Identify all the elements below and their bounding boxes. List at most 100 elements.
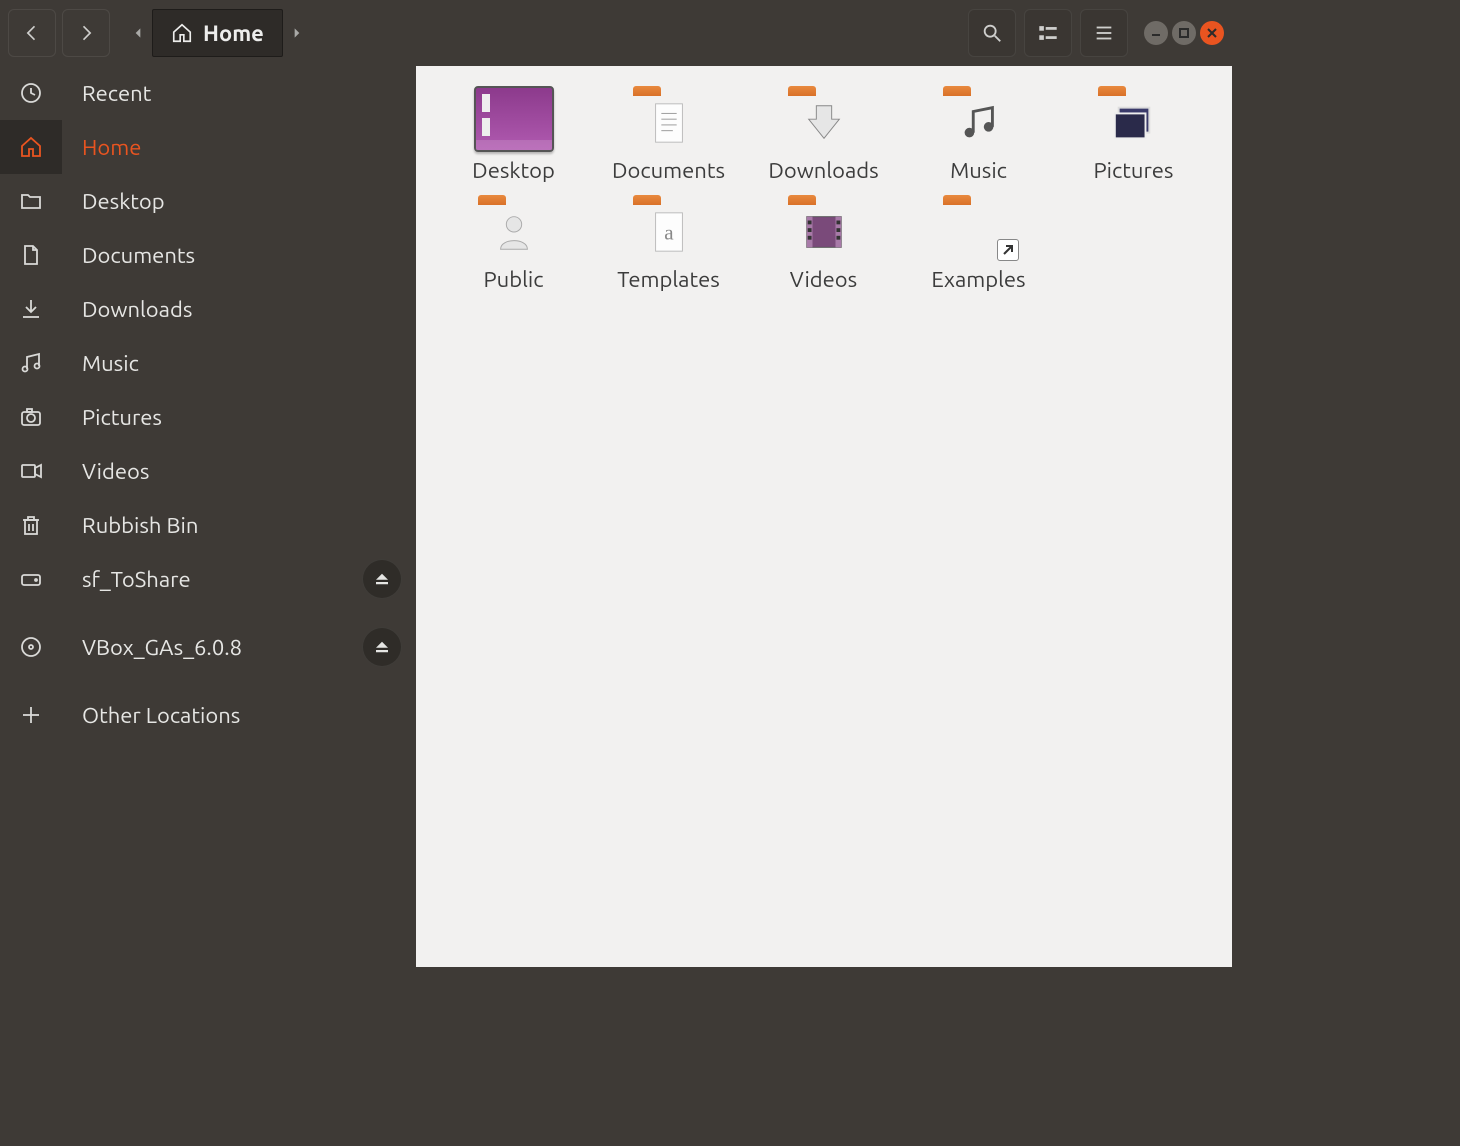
chevron-left-icon [22, 23, 42, 43]
sidebar-item-label: Recent [62, 81, 151, 106]
download-icon [0, 282, 62, 336]
folder-public[interactable]: Public [436, 195, 591, 292]
chevron-right-icon [76, 23, 96, 43]
sidebar-item-label: Music [62, 351, 139, 376]
path-segment-home[interactable]: Home [152, 9, 283, 57]
music-overlay-icon [953, 100, 1005, 146]
download-overlay-icon [798, 100, 850, 146]
sidebar-item-label: Home [62, 135, 141, 160]
folder-pictures[interactable]: Pictures [1056, 86, 1211, 183]
folder-icon [784, 195, 864, 261]
home-icon [171, 22, 193, 44]
sidebar-item-home[interactable]: Home [0, 120, 416, 174]
menu-button[interactable] [1080, 9, 1128, 57]
maximize-button[interactable] [1172, 21, 1196, 45]
folder-examples[interactable]: Examples [901, 195, 1056, 292]
sidebar-item-label: Other Locations [62, 703, 240, 728]
back-button[interactable] [8, 9, 56, 57]
folder-icon [629, 86, 709, 152]
drive-icon [0, 552, 62, 606]
folder-icon [0, 174, 62, 228]
folder-label: Music [950, 158, 1007, 183]
sidebar-item-desktop[interactable]: Desktop [0, 174, 416, 228]
path-segment-label: Home [203, 21, 264, 46]
folder-icon [939, 86, 1019, 152]
disc-icon [0, 620, 62, 674]
sidebar-item-sf-toshare[interactable]: sf_ToShare [0, 552, 416, 606]
sidebar-item-label: Pictures [62, 405, 162, 430]
folder-documents[interactable]: Documents [591, 86, 746, 183]
window-controls [1144, 21, 1224, 45]
sidebar: Recent Home Desktop Documents Downloads … [0, 66, 416, 967]
plus-icon [0, 688, 62, 742]
sidebar-item-label: Documents [62, 243, 195, 268]
sidebar-item-label: Downloads [62, 297, 192, 322]
folder-icon [474, 195, 554, 261]
content-area: Desktop Documents Downloads Music Pictur… [416, 66, 1232, 967]
eject-button-vbox-gas-6-0-8[interactable] [362, 627, 402, 667]
sidebar-item-pictures[interactable]: Pictures [0, 390, 416, 444]
minimize-icon [1150, 27, 1162, 39]
path-next-button[interactable] [283, 9, 311, 57]
toolbar-right [968, 9, 1224, 57]
shortcut-arrow-icon [997, 239, 1019, 261]
hamburger-icon [1093, 22, 1115, 44]
sidebar-item-documents[interactable]: Documents [0, 228, 416, 282]
person-overlay-icon [488, 209, 540, 255]
music-icon [0, 336, 62, 390]
path-prev-button[interactable] [124, 9, 152, 57]
forward-button[interactable] [62, 9, 110, 57]
close-button[interactable] [1200, 21, 1224, 45]
video-overlay-icon [798, 209, 850, 255]
document-overlay-icon [643, 100, 695, 146]
minimize-button[interactable] [1144, 21, 1168, 45]
folder-label: Examples [931, 267, 1025, 292]
sidebar-item-label: Videos [62, 459, 149, 484]
sidebar-item-music[interactable]: Music [0, 336, 416, 390]
document-icon [0, 228, 62, 282]
list-view-icon [1037, 22, 1059, 44]
search-icon [981, 22, 1003, 44]
eject-button-sf-toshare[interactable] [362, 559, 402, 599]
search-button[interactable] [968, 9, 1016, 57]
nav-group [8, 9, 110, 57]
folder-templates[interactable]: a Templates [591, 195, 746, 292]
folder-music[interactable]: Music [901, 86, 1056, 183]
sidebar-item-label: Desktop [62, 189, 165, 214]
folder-videos[interactable]: Videos [746, 195, 901, 292]
triangle-left-icon [131, 26, 145, 40]
triangle-right-icon [290, 26, 304, 40]
picture-overlay-icon [1108, 100, 1160, 146]
folder-icon [1094, 86, 1174, 152]
sidebar-item-other-locations[interactable]: Other Locations [0, 688, 416, 742]
folder-label: Public [484, 267, 544, 292]
desktop-icon [474, 86, 554, 152]
sidebar-item-rubbish-bin[interactable]: Rubbish Bin [0, 498, 416, 552]
folder-icon [939, 195, 1019, 261]
sidebar-item-label: VBox_GAs_6.0.8 [62, 635, 242, 660]
view-mode-button[interactable] [1024, 9, 1072, 57]
toolbar: Home [0, 0, 1232, 66]
template-overlay-icon: a [643, 209, 695, 255]
folder-label: Documents [612, 158, 725, 183]
sidebar-item-vbox-gas-6-0-8[interactable]: VBox_GAs_6.0.8 [0, 620, 416, 674]
folder-label: Pictures [1094, 158, 1174, 183]
folder-desktop[interactable]: Desktop [436, 86, 591, 183]
folder-label: Desktop [472, 158, 555, 183]
sidebar-item-videos[interactable]: Videos [0, 444, 416, 498]
clock-icon [0, 66, 62, 120]
trash-icon [0, 498, 62, 552]
folder-grid: Desktop Documents Downloads Music Pictur… [436, 86, 1212, 292]
path-bar: Home [124, 9, 311, 57]
sidebar-item-downloads[interactable]: Downloads [0, 282, 416, 336]
folder-label: Templates [617, 267, 720, 292]
folder-label: Downloads [768, 158, 878, 183]
maximize-icon [1178, 27, 1190, 39]
svg-text:a: a [664, 221, 674, 245]
sidebar-item-recent[interactable]: Recent [0, 66, 416, 120]
folder-downloads[interactable]: Downloads [746, 86, 901, 183]
camera-icon [0, 390, 62, 444]
folder-label: Videos [790, 267, 857, 292]
video-icon [0, 444, 62, 498]
folder-icon [784, 86, 864, 152]
